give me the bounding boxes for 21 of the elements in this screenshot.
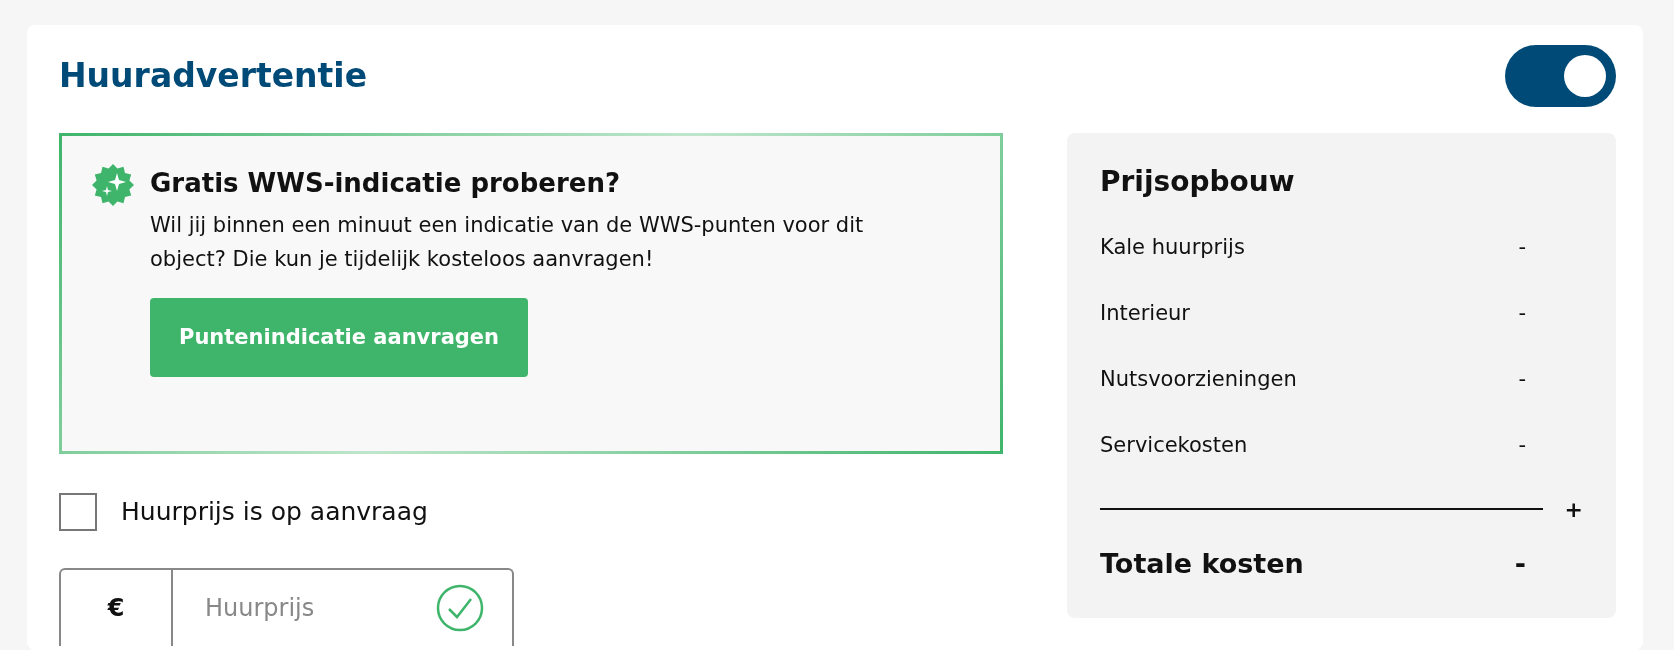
cost-value: - (1518, 233, 1526, 261)
cost-label: Servicekosten (1100, 431, 1248, 459)
plus-sign: + (1564, 495, 1583, 524)
panel-title: Prijsopbouw (1100, 165, 1296, 199)
promo-heading: Gratis WWS-indicatie proberen? (150, 168, 621, 200)
checkbox[interactable] (59, 493, 97, 531)
promo-text: Wil jij binnen een minuut een indicatie van de WWS-punten voor dit object? Die kun je tijdelijk kosteloos aanvragen! (150, 212, 865, 273)
cost-value: - (1518, 299, 1526, 327)
total-value: - (1514, 546, 1526, 581)
page-title: Huuradvertentie (59, 56, 368, 96)
total-label: Totale kosten (1100, 546, 1304, 581)
cost-label: Interieur (1100, 299, 1190, 327)
cost-value: - (1518, 431, 1526, 459)
currency-prefix: € (61, 570, 173, 646)
checkbox-label: Huurprijs is op aanvraag (121, 496, 428, 529)
price-input-field[interactable]: Huurprijs (203, 589, 436, 627)
cost-value: - (1518, 365, 1526, 393)
sparkle-badge-icon (92, 164, 134, 206)
cost-label: Nutsvoorzieningen (1100, 365, 1297, 393)
request-button[interactable]: Puntenindicatie aanvragen (150, 298, 529, 378)
cost-label: Kale huurprijs (1100, 233, 1245, 261)
